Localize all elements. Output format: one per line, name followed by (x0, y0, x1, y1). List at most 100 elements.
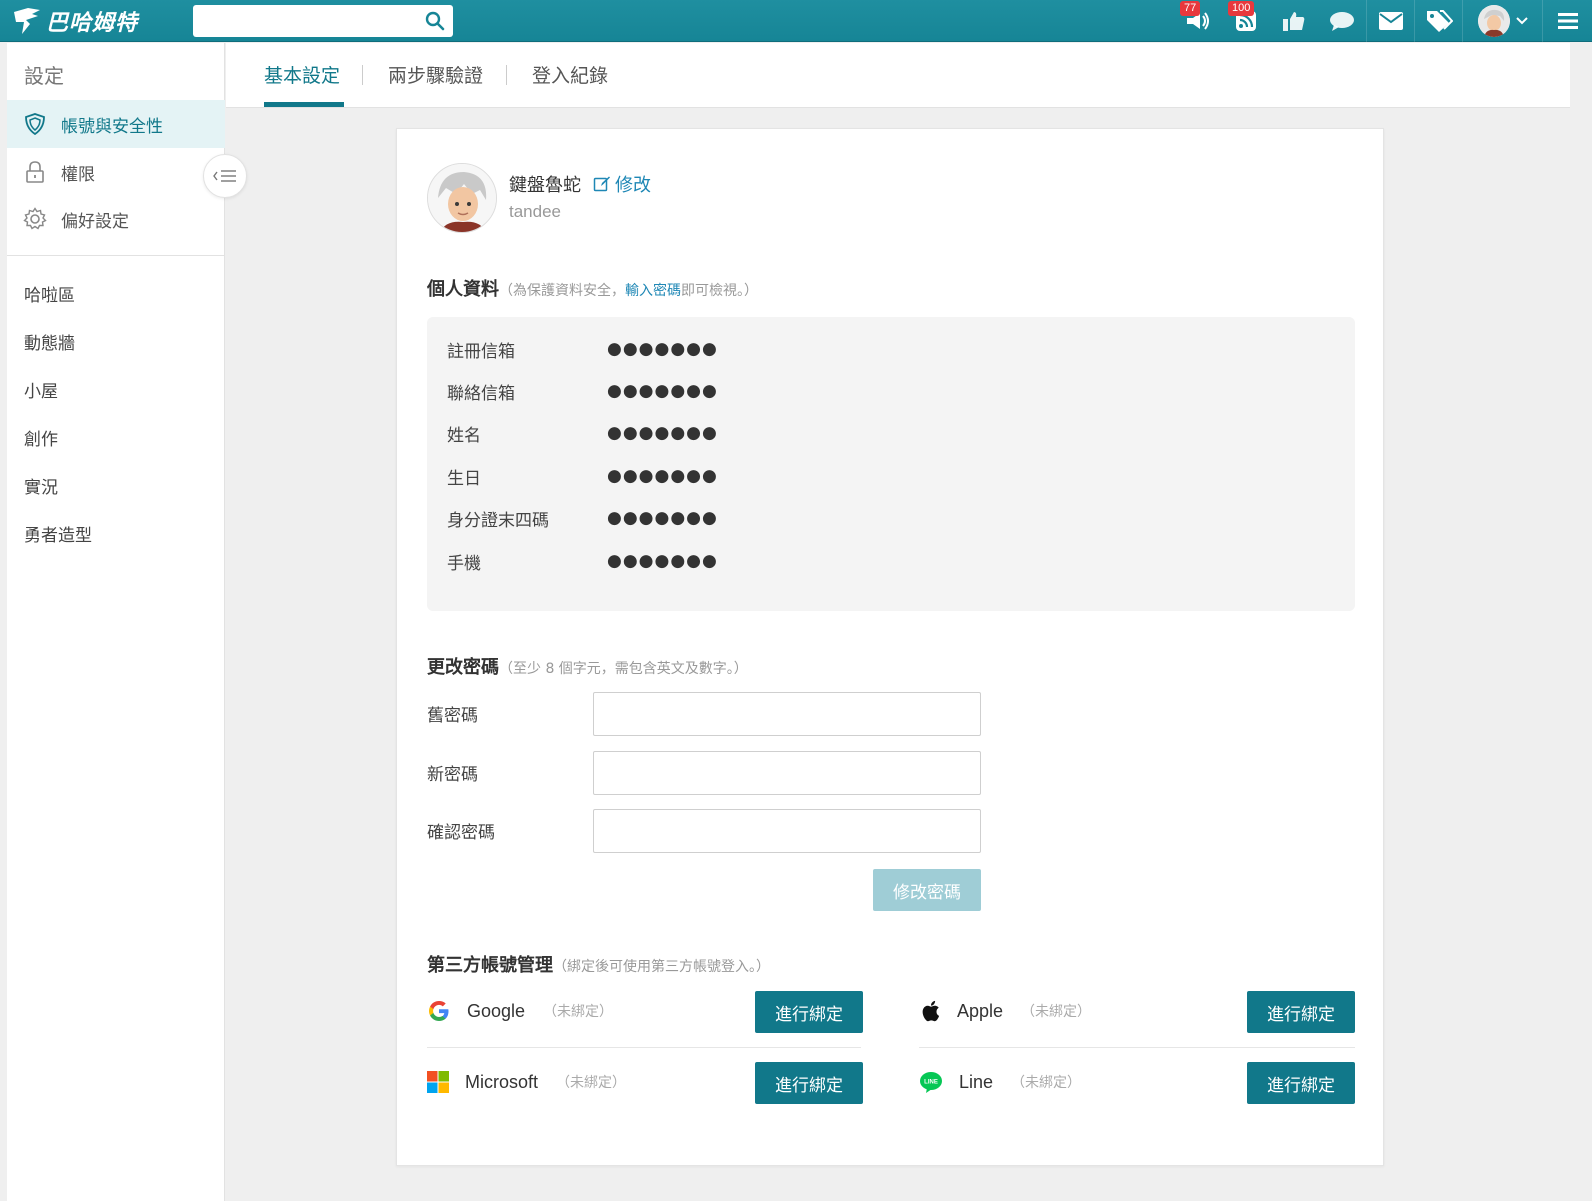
subscription-badge: 100 (1228, 1, 1255, 16)
tab-basic-settings[interactable]: 基本設定 (264, 61, 340, 88)
personal-info-box: 註冊信箱 ●●●●●●● 聯絡信箱 ●●●●●●● 姓名 ●●●●●●● 生日 … (427, 317, 1355, 611)
bind-line-button[interactable]: 進行綁定 (1247, 1062, 1355, 1104)
change-password-title: 更改密碼（至少 8 個字元，需包含英文及數字。） (427, 653, 748, 679)
sidebar-collapse-button[interactable] (203, 154, 247, 198)
info-label: 聯絡信箱 (447, 383, 515, 404)
sidebar-item-preferences[interactable]: 偏好設定 (7, 195, 225, 243)
main-menu-button[interactable] (1542, 0, 1592, 42)
gear-icon (23, 207, 47, 231)
info-value-masked: ●●●●●●● (607, 381, 718, 401)
search-box[interactable] (193, 5, 453, 37)
search-input[interactable] (193, 5, 413, 37)
notification-button[interactable]: 77 (1174, 0, 1222, 42)
sidebar-link-feed[interactable]: 動態牆 (24, 329, 75, 354)
edit-label: 修改 (615, 175, 651, 196)
apple-icon (922, 1000, 940, 1022)
user-menu-button[interactable] (1462, 0, 1542, 42)
line-icon: LINE (920, 1072, 942, 1093)
profile-username: tandee (509, 202, 561, 221)
sidebar-link-home[interactable]: 小屋 (24, 377, 58, 402)
sidebar-item-label: 帳號與安全性 (61, 116, 163, 137)
provider-name: Google (467, 1000, 526, 1021)
like-button[interactable] (1270, 0, 1318, 42)
info-row-name: 姓名 ●●●●●●● (447, 418, 947, 448)
hint-suffix: 即可檢視。） (681, 283, 758, 299)
third-party-google: Google （未綁定） (427, 991, 613, 1031)
sidebar-link-live[interactable]: 實況 (24, 473, 58, 498)
info-value-masked: ●●●●●●● (607, 508, 718, 528)
enter-password-link[interactable]: 輸入密碼 (625, 283, 681, 299)
provider-name: Microsoft (465, 1071, 539, 1092)
change-password-hint: （至少 8 個字元，需包含英文及數字。） (499, 661, 748, 677)
notification-badge: 77 (1180, 1, 1201, 16)
bind-status: （未綁定） (543, 1004, 614, 1020)
info-row-mobile: 手機 ●●●●●●● (447, 546, 947, 576)
confirm-password-label: 確認密碼 (427, 823, 495, 843)
info-value-masked: ●●●●●●● (607, 466, 718, 486)
mail-button[interactable] (1366, 0, 1414, 42)
microsoft-icon (427, 1071, 449, 1093)
tag-icon (1426, 10, 1453, 32)
account-settings-card: 鍵盤魯蛇 修改 tandee 個人資料（為保護資料安全，輸入密碼即可檢視。） 註… (396, 128, 1384, 1166)
info-label: 手機 (447, 553, 481, 574)
tag-button[interactable] (1414, 0, 1462, 42)
chevron-down-icon (1515, 17, 1528, 25)
info-label: 生日 (447, 468, 481, 489)
new-password-label: 新密碼 (427, 765, 478, 785)
info-value-masked: ●●●●●●● (607, 339, 718, 359)
settings-tabs: 基本設定 兩步驟驗證 登入紀錄 (226, 43, 1570, 108)
tab-login-history[interactable]: 登入紀錄 (532, 61, 608, 88)
lock-icon (23, 160, 47, 184)
edit-icon (593, 176, 610, 192)
third-party-title: 第三方帳號管理（綁定後可使用第三方帳號登入。） (427, 951, 770, 977)
logo-text: 巴哈姆特 (46, 11, 139, 36)
personal-info-title: 個人資料（為保護資料安全，輸入密碼即可檢視。） (427, 275, 758, 301)
subscription-button[interactable]: 100 (1222, 0, 1270, 42)
third-party-divider (919, 1047, 1355, 1048)
tab-separator (362, 65, 363, 85)
third-party-hint: （綁定後可使用第三方帳號登入。） (553, 959, 770, 975)
search-icon[interactable] (425, 11, 445, 31)
info-value-masked: ●●●●●●● (607, 423, 718, 443)
hint-prefix: （為保護資料安全， (499, 283, 625, 299)
third-party-line: LINE Line （未綁定） (919, 1062, 1081, 1102)
profile-avatar-image-icon (428, 164, 496, 232)
chat-icon (1330, 12, 1354, 31)
sidebar-divider (7, 255, 225, 256)
provider-name: Line (959, 1071, 994, 1092)
third-party-apple: Apple （未綁定） (919, 991, 1091, 1031)
sidebar-item-account-security[interactable]: 帳號與安全性 (7, 100, 225, 148)
third-party-heading: 第三方帳號管理 (427, 955, 553, 976)
bind-apple-button[interactable]: 進行綁定 (1247, 991, 1355, 1033)
change-password-heading: 更改密碼 (427, 657, 499, 678)
bind-status: （未綁定） (1011, 1075, 1082, 1091)
profile-nickname: 鍵盤魯蛇 (509, 175, 581, 196)
shield-icon (23, 112, 47, 136)
chat-button[interactable] (1318, 0, 1366, 42)
third-party-microsoft: Microsoft （未綁定） (427, 1062, 626, 1102)
tab-two-step-verification[interactable]: 兩步驟驗證 (388, 61, 483, 88)
thumbs-up-icon (1283, 12, 1305, 31)
sidebar-item-permissions[interactable]: 權限 (7, 148, 225, 196)
confirm-password-field[interactable] (593, 809, 981, 853)
old-password-field[interactable] (593, 692, 981, 736)
bind-google-button[interactable]: 進行綁定 (755, 991, 863, 1033)
edit-nickname-link[interactable]: 修改 (593, 171, 651, 197)
sidebar-item-label: 權限 (61, 164, 95, 185)
info-row-register-email: 註冊信箱 ●●●●●●● (447, 334, 947, 364)
info-row-contact-email: 聯絡信箱 ●●●●●●● (447, 376, 947, 406)
site-logo[interactable]: 巴哈姆特 (10, 2, 138, 40)
profile-avatar (427, 163, 497, 233)
info-label: 身分證末四碼 (447, 510, 549, 531)
info-row-birthday: 生日 ●●●●●●● (447, 461, 947, 491)
menu-icon (1557, 13, 1578, 29)
settings-sidebar: 設定 帳號與安全性 權限 偏好設定 哈啦區 動態牆 小屋 創作 實況 勇者造型 (7, 43, 225, 1201)
avatar-image-icon (1477, 5, 1510, 37)
info-label: 註冊信箱 (447, 341, 515, 362)
new-password-field[interactable] (593, 751, 981, 795)
sidebar-link-avatar-style[interactable]: 勇者造型 (24, 521, 92, 546)
change-password-button[interactable]: 修改密碼 (873, 869, 981, 911)
bind-microsoft-button[interactable]: 進行綁定 (755, 1062, 863, 1104)
sidebar-link-creation[interactable]: 創作 (24, 425, 58, 450)
sidebar-link-forum[interactable]: 哈啦區 (24, 281, 75, 306)
